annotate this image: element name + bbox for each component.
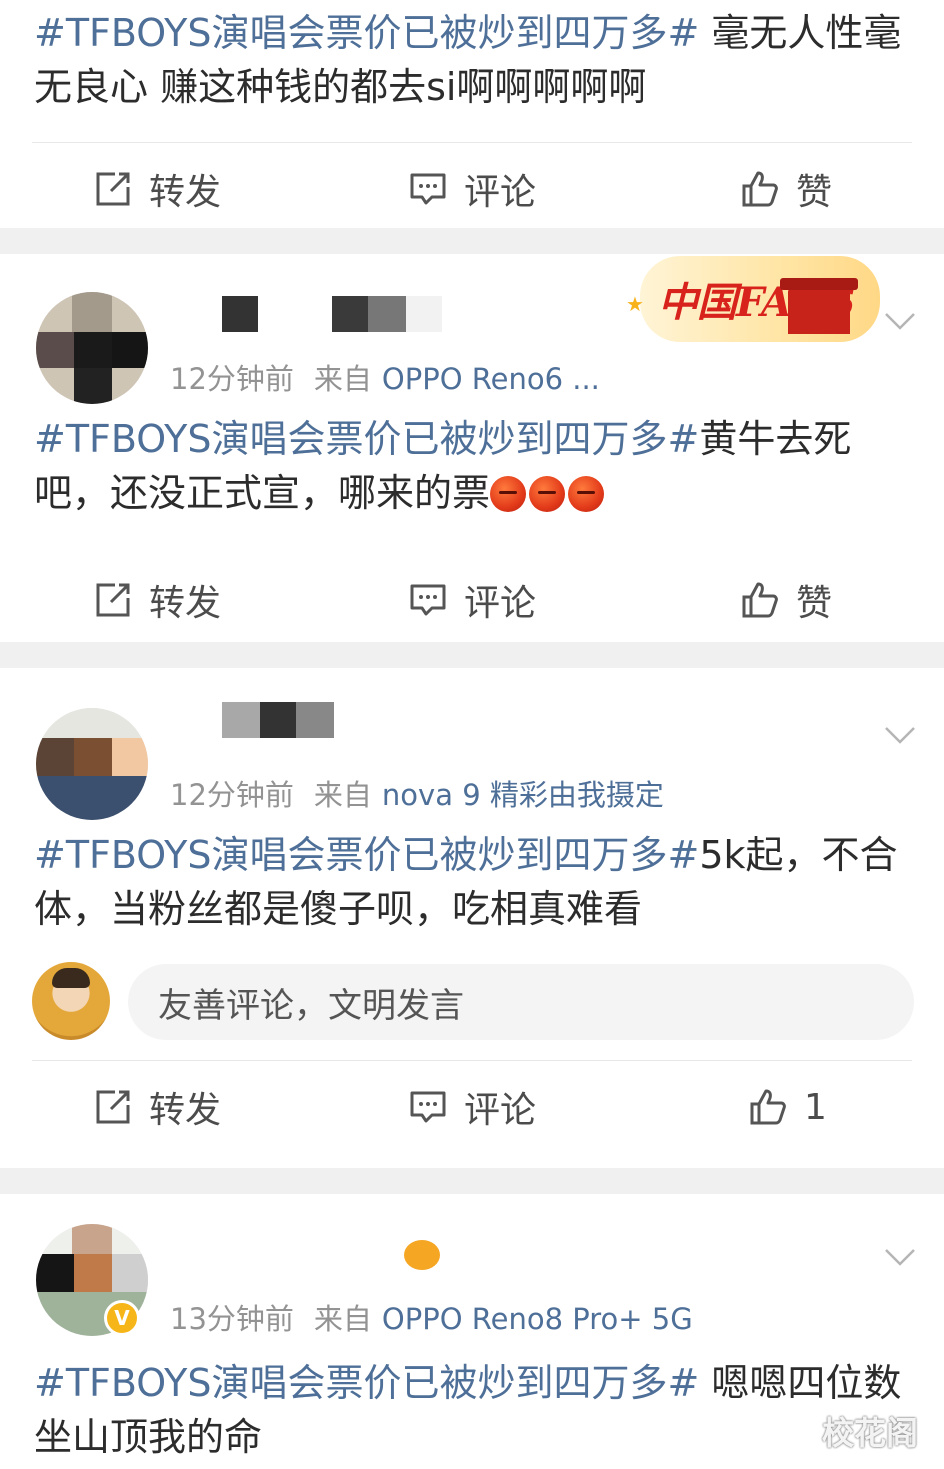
action-bar: 转发 评论 1 [0,1061,944,1153]
post-text: #TFBOYS演唱会票价已被炒到四万多#5k起，不合体，当粉丝都是傻子呗，吃相真… [34,833,898,931]
like-button[interactable]: 1 [748,1061,827,1153]
post-card-1[interactable]: #TFBOYS演唱会票价已被炒到四万多# 毫无人性毫无良心 赚这种钱的都去si啊… [0,0,944,228]
device-source: OPPO Reno6 ... [381,362,600,396]
post-time: 12分钟前 [170,778,294,812]
post-header: 中国FANS 12分钟前 来自 OPPO Reno6 ... [0,254,944,404]
my-avatar[interactable] [32,962,110,1040]
action-bar: 转发 评论 赞 [0,554,944,646]
post-text: #TFBOYS演唱会票价已被炒到四万多# 嗯嗯四位数坐山顶我的命 [34,1361,902,1459]
thumbs-up-icon [742,582,778,618]
post-text: #TFBOYS演唱会票价已被炒到四万多# 毫无人性毫无良心 赚这种钱的都去si啊… [34,11,902,109]
repost-button[interactable]: 转发 [93,554,221,646]
watermark: 校花阁 [822,1414,919,1452]
weibo-feed: #TFBOYS演唱会票价已被炒到四万多# 毫无人性毫无良心 赚这种钱的都去si啊… [0,0,944,1469]
china-fans-badge: 中国FANS [640,256,880,342]
post-card-3[interactable]: 12分钟前 来自 nova 9 精彩由我摄定 #TFBOYS演唱会票价已被炒到四万多… [0,668,944,1168]
username-mosaic[interactable] [222,296,478,332]
comment-input[interactable]: 友善评论，文明发言 [128,964,914,1040]
like-button[interactable]: 赞 [740,143,832,235]
chevron-down-icon[interactable] [882,302,918,338]
angry-emoji-icon [529,476,566,512]
feed-gap [0,1168,944,1194]
chevron-down-icon[interactable] [882,1238,918,1274]
repost-icon [96,1090,130,1124]
comment-icon [410,173,446,205]
post-header: 13分钟前 来自 OPPO Reno8 Pro+ 5G [0,1194,944,1336]
comment-icon [410,1091,446,1123]
like-button[interactable]: 赞 [740,554,832,646]
repost-icon [96,172,130,206]
angry-emoji-icon [490,476,527,512]
hashtag-link[interactable]: #TFBOYS演唱会票价已被炒到四万多# [34,1361,699,1405]
comment-button[interactable]: 评论 [408,143,536,235]
post-card-2[interactable]: 中国FANS 12分钟前 来自 OPPO Reno6 ... #TFBOYS演唱会票… [0,254,944,642]
post-time: 13分钟前 [170,1302,294,1336]
thumbs-up-icon [742,171,778,207]
like-count: 1 [804,1086,827,1128]
comment-composer: 友善评论，文明发言 [0,962,944,1050]
post-meta: 12分钟前 来自 nova 9 精彩由我摄定 [170,778,664,812]
device-source: OPPO Reno8 Pro+ 5G [381,1302,693,1336]
pufferfish-icon [404,1240,440,1270]
post-time: 12分钟前 [170,362,294,396]
hashtag-link[interactable]: #TFBOYS演唱会票价已被炒到四万多# [34,11,699,55]
thumbs-up-icon [750,1089,786,1125]
star-icon: ★ [626,292,644,316]
post-text: #TFBOYS演唱会票价已被炒到四万多#黄牛去死吧，还没正式宣，哪来的票 [34,417,852,515]
post-card-4[interactable]: 13分钟前 来自 OPPO Reno8 Pro+ 5G #TFBOYS演唱会票价已被… [0,1194,944,1469]
action-bar: 转发 评论 赞 [0,143,944,235]
comment-button[interactable]: 评论 [408,1061,536,1153]
chevron-down-icon[interactable] [882,716,918,752]
verified-badge-icon: V [104,1300,140,1336]
repost-icon [96,583,130,617]
user-avatar[interactable] [36,708,148,820]
hashtag-link[interactable]: #TFBOYS演唱会票价已被炒到四万多# [34,417,699,461]
user-avatar[interactable] [36,292,148,404]
tiananmen-icon [780,278,858,334]
hashtag-link[interactable]: #TFBOYS演唱会票价已被炒到四万多# [34,833,699,877]
username-mosaic[interactable] [222,702,334,738]
device-source: nova 9 精彩由我摄定 [381,778,664,812]
post-meta: 13分钟前 来自 OPPO Reno8 Pro+ 5G [170,1302,693,1336]
repost-button[interactable]: 转发 [93,1061,221,1153]
comment-button[interactable]: 评论 [408,554,536,646]
angry-emoji-icon [568,476,605,512]
comment-icon [410,584,446,616]
post-header: 12分钟前 来自 nova 9 精彩由我摄定 [0,668,944,820]
repost-button[interactable]: 转发 [93,143,221,235]
post-meta: 12分钟前 来自 OPPO Reno6 ... [170,362,600,396]
